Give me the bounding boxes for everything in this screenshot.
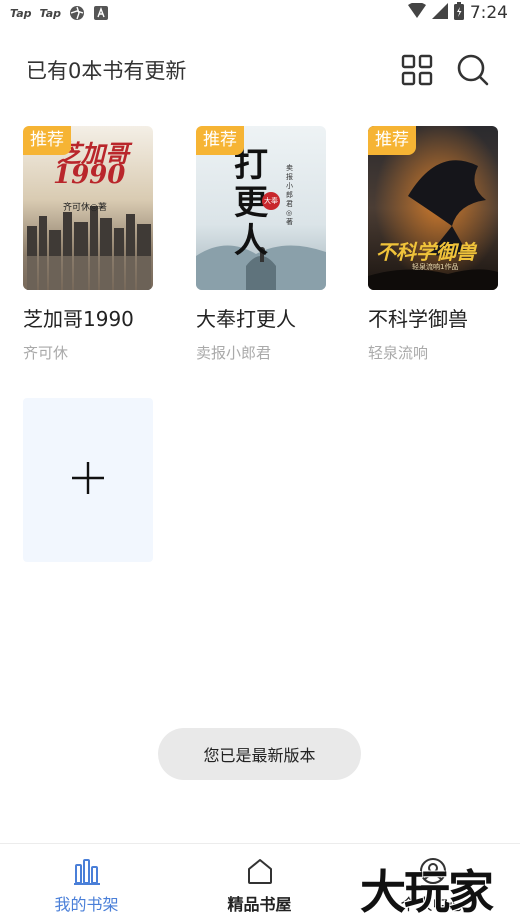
recommend-badge: 推荐 xyxy=(368,126,416,155)
add-book-button[interactable] xyxy=(23,398,153,562)
book-author: 齐可休 xyxy=(23,344,69,362)
book-title[interactable]: 不科学御兽 xyxy=(368,303,498,332)
grid-view-icon[interactable] xyxy=(400,53,434,87)
cover-author: 卖报小郎君◎著 xyxy=(286,164,293,226)
book-title[interactable]: 大奉打更人 xyxy=(196,303,326,332)
home-icon xyxy=(245,856,275,886)
page-title: 已有0本书有更新 xyxy=(26,59,187,83)
nav-bookstore[interactable]: 精品书屋 xyxy=(173,844,346,924)
recommend-badge: 推荐 xyxy=(196,126,244,155)
header: 已有0本书有更新 xyxy=(0,44,520,96)
cover-subtitle: 1990 xyxy=(53,160,126,190)
toast-message: 您已是最新版本 xyxy=(158,728,361,780)
nav-label: 我的书架 xyxy=(54,895,119,914)
bookshelf-icon xyxy=(72,856,102,886)
plus-icon xyxy=(71,461,105,499)
taptap-notification: Tap xyxy=(10,6,32,20)
book-card[interactable]: 不科学御兽 轻泉流响1作品 推荐 不科学御兽 轻泉流响 xyxy=(368,126,498,363)
clock: 7:24 xyxy=(469,3,508,23)
taptap-notification: Tap xyxy=(39,6,62,20)
battery-icon xyxy=(453,2,464,24)
book-cover[interactable]: 不科学御兽 轻泉流响1作品 推荐 xyxy=(368,126,498,290)
book-cover[interactable]: 打更人 大奉 卖报小郎君◎著 推荐 xyxy=(196,126,326,290)
nav-bookshelf[interactable]: 我的书架 xyxy=(0,844,173,924)
profile-icon xyxy=(418,856,448,886)
search-icon[interactable] xyxy=(456,53,490,87)
recommend-badge: 推荐 xyxy=(23,126,71,155)
status-system: 7:24 xyxy=(407,2,508,24)
book-card[interactable]: 芝加哥 1990 齐可休◎著 推荐 芝加哥1990 齐可休 xyxy=(23,126,153,363)
signal-icon xyxy=(431,3,448,23)
book-cover[interactable]: 芝加哥 1990 齐可休◎著 推荐 xyxy=(23,126,153,290)
cover-author: 齐可休◎著 xyxy=(63,203,107,213)
nav-profile[interactable]: 个人中心 xyxy=(346,844,519,924)
book-card[interactable]: 打更人 大奉 卖报小郎君◎著 推荐 大奉打更人 卖报小郎君 xyxy=(196,126,326,363)
cover-author: 轻泉流响1作品 xyxy=(412,263,459,271)
aperture-icon xyxy=(69,5,85,21)
cover-title: 不科学御兽 xyxy=(376,240,476,264)
book-author: 卖报小郎君 xyxy=(196,344,272,362)
nav-label: 个人中心 xyxy=(400,895,465,914)
book-author: 轻泉流响 xyxy=(368,344,429,362)
cover-seal: 大奉 xyxy=(262,192,280,210)
nav-label: 精品书屋 xyxy=(227,895,292,914)
book-title[interactable]: 芝加哥1990 xyxy=(23,303,153,332)
wifi-icon xyxy=(407,2,426,23)
bottom-nav: 我的书架 精品书屋 个人中心 xyxy=(0,843,520,924)
header-actions xyxy=(400,53,490,87)
a-box-icon xyxy=(93,5,109,21)
status-bar: Tap Tap 7:24 xyxy=(0,0,520,26)
status-notifications: Tap Tap xyxy=(10,5,109,21)
